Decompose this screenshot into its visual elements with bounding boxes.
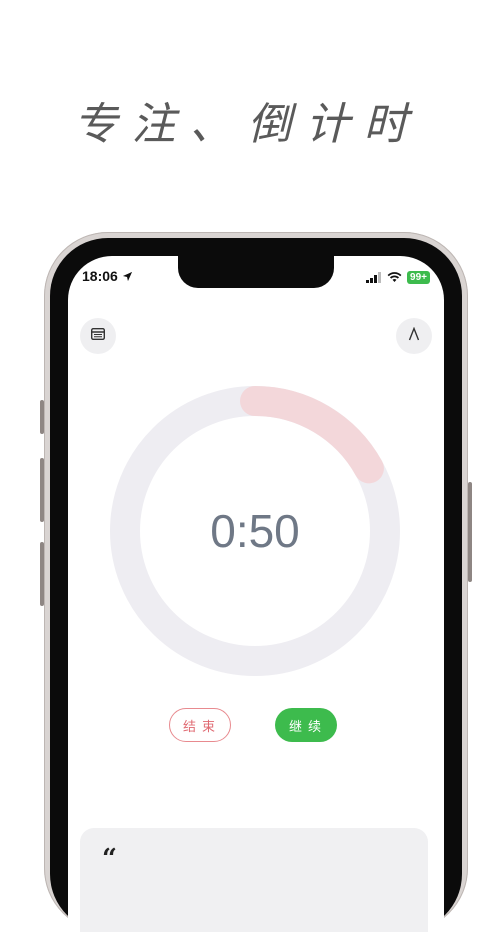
status-bar-right: 99+: [366, 268, 430, 287]
battery-indicator: 99+: [407, 271, 430, 284]
phone-notch: [178, 256, 334, 288]
phone-side-button-volume-up: [40, 458, 44, 522]
app-screen: 18:06 99+ 0:50 结束 继续 “: [68, 256, 444, 932]
phone-side-button-volume-down: [40, 542, 44, 606]
quote-card: “: [80, 828, 428, 932]
phone-frame: 18:06 99+ 0:50 结束 继续 “: [40, 232, 472, 932]
cellular-signal-icon: [366, 268, 382, 287]
continue-button[interactable]: 继续: [275, 708, 337, 742]
theme-a-icon: [408, 326, 420, 345]
countdown-time: 0:50: [210, 505, 300, 557]
quote-mark: “: [102, 844, 117, 874]
end-button[interactable]: 结束: [169, 708, 231, 742]
calendar-icon: [90, 327, 106, 344]
status-bar-time: 18:06: [82, 268, 133, 284]
page-headline: 专注、倒计时: [73, 99, 422, 150]
calendar-button[interactable]: [80, 318, 116, 354]
theme-button[interactable]: [396, 318, 432, 354]
phone-side-button-power: [468, 482, 472, 582]
phone-bezel: 18:06 99+ 0:50 结束 继续 “: [50, 238, 462, 932]
wifi-icon: [387, 268, 402, 287]
status-time-text: 18:06: [82, 268, 118, 284]
phone-side-button-mute: [40, 400, 44, 434]
location-arrow-icon: [122, 268, 133, 284]
